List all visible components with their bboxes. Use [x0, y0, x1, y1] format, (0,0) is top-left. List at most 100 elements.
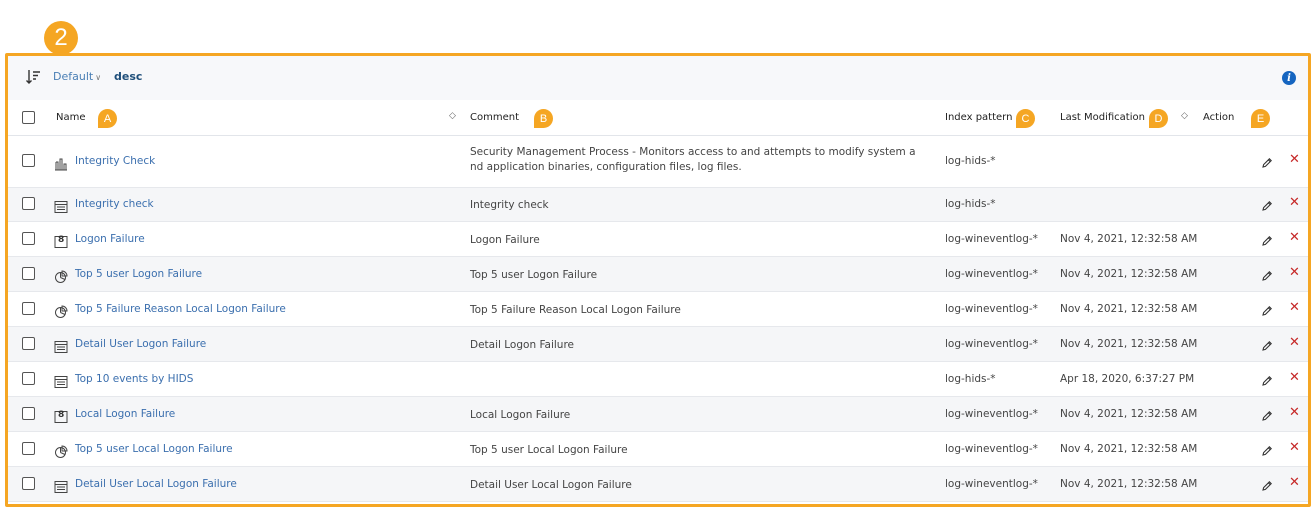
edit-icon[interactable]	[1261, 407, 1273, 421]
column-comment[interactable]: Comment	[470, 112, 519, 123]
edit-icon[interactable]	[1261, 302, 1273, 316]
row-checkbox[interactable]	[22, 197, 35, 210]
last-modified-text: Nov 4, 2021, 12:32:58 AM	[1060, 478, 1198, 490]
index-pattern-text: log-wineventlog-*	[945, 443, 1038, 455]
delete-icon[interactable]: ✕	[1289, 231, 1300, 244]
table-row: Detail User Logon Failure Detail Logon Fa…	[8, 327, 1308, 362]
sort-name-icon[interactable]: ◇	[449, 111, 456, 121]
row-checkbox[interactable]	[22, 302, 35, 315]
comment-text: Local Logon Failure	[470, 409, 571, 421]
index-pattern-text: log-wineventlog-*	[945, 478, 1038, 490]
comment-text: Top 5 user Logon Failure	[470, 269, 598, 281]
table-row: Top 5 Failure Reason Local Logon Failure…	[8, 292, 1308, 327]
visualization-name-link[interactable]: Top 5 user Logon Failure	[75, 268, 202, 280]
callout-c: C	[1016, 109, 1035, 128]
row-checkbox[interactable]	[22, 477, 35, 490]
column-last-modification[interactable]: Last Modification	[1060, 112, 1145, 123]
bar-chart-icon	[54, 156, 68, 171]
index-pattern-text: log-wineventlog-*	[945, 303, 1038, 315]
visualization-name-link[interactable]: Top 5 Failure Reason Local Logon Failure	[75, 303, 286, 315]
sort-descending-icon[interactable]	[25, 69, 41, 85]
delete-icon[interactable]: ✕	[1289, 406, 1300, 419]
visualization-name-link[interactable]: Integrity check	[75, 198, 154, 210]
comment-text: Detail User Local Logon Failure	[470, 479, 632, 491]
callout-b: B	[534, 109, 553, 128]
edit-icon[interactable]	[1261, 197, 1273, 211]
pie-chart-icon	[54, 444, 68, 458]
column-action: Action	[1203, 112, 1235, 123]
column-name[interactable]: Name	[56, 112, 86, 123]
table-row: 8 Logon Failure Logon Failure log-wineventl…	[8, 222, 1308, 257]
callout-2: 2	[44, 21, 78, 55]
comment-text: Top 5 Failure Reason Local Logon Failure	[470, 304, 681, 316]
info-icon[interactable]: i	[1282, 71, 1296, 85]
delete-icon[interactable]: ✕	[1289, 153, 1300, 166]
visualization-name-link[interactable]: Integrity Check	[75, 155, 155, 167]
column-index-pattern[interactable]: Index pattern	[945, 112, 1012, 123]
row-checkbox[interactable]	[22, 154, 35, 167]
row-checkbox[interactable]	[22, 372, 35, 385]
metric-glyph: 8	[58, 410, 65, 420]
table-row: Integrity Check Security Management Proce…	[8, 136, 1308, 188]
visualization-name-link[interactable]: Detail User Logon Failure	[75, 338, 206, 350]
last-modified-text: Nov 4, 2021, 12:32:58 AM	[1060, 408, 1198, 420]
last-modified-text: Nov 4, 2021, 12:32:58 AM	[1060, 233, 1198, 245]
index-pattern-text: log-wineventlog-*	[945, 338, 1038, 350]
table-row: Top 5 user Logon Failure Top 5 user Logon…	[8, 257, 1308, 292]
table-header: Name A ◇ Comment B Index pattern C Last …	[8, 100, 1308, 136]
index-pattern-text: log-wineventlog-*	[945, 408, 1038, 420]
table-row: Top 5 user Local Logon Failure Top 5 user…	[8, 432, 1308, 467]
metric-glyph: 8	[58, 235, 65, 245]
edit-icon[interactable]	[1261, 442, 1273, 456]
delete-icon[interactable]: ✕	[1289, 196, 1300, 209]
table-row: Integrity check Integrity check log-hids-*…	[8, 188, 1308, 222]
row-checkbox[interactable]	[22, 267, 35, 280]
table-icon	[54, 199, 68, 213]
row-checkbox[interactable]	[22, 407, 35, 420]
comment-text: Detail Logon Failure	[470, 339, 574, 351]
index-pattern-text: log-hids-*	[945, 155, 996, 167]
edit-icon[interactable]	[1261, 154, 1273, 168]
delete-icon[interactable]: ✕	[1289, 476, 1300, 489]
sort-direction-toggle[interactable]: desc	[114, 70, 142, 83]
sort-field-dropdown[interactable]: Default ∨	[53, 70, 101, 83]
delete-icon[interactable]: ✕	[1289, 371, 1300, 384]
row-checkbox[interactable]	[22, 232, 35, 245]
visualization-name-link[interactable]: Top 5 user Local Logon Failure	[75, 443, 233, 455]
table-icon	[54, 339, 68, 353]
delete-icon[interactable]: ✕	[1289, 336, 1300, 349]
index-pattern-text: log-hids-*	[945, 373, 996, 385]
sort-field-label: Default	[53, 70, 94, 83]
table-icon	[54, 374, 68, 388]
row-checkbox[interactable]	[22, 442, 35, 455]
edit-icon[interactable]	[1261, 477, 1273, 491]
table-row: 8 Local Logon Failure Local Logon Failure l…	[8, 397, 1308, 432]
edit-icon[interactable]	[1261, 267, 1273, 281]
visualization-name-link[interactable]: Top 10 events by HIDS	[75, 373, 193, 385]
last-modified-text: Apr 18, 2020, 6:37:27 PM	[1060, 373, 1195, 385]
edit-icon[interactable]	[1261, 372, 1273, 386]
last-modified-text: Nov 4, 2021, 12:32:58 AM	[1060, 443, 1198, 455]
metric-icon: 8	[54, 409, 68, 423]
edit-icon[interactable]	[1261, 232, 1273, 246]
delete-icon[interactable]: ✕	[1289, 441, 1300, 454]
row-checkbox[interactable]	[22, 337, 35, 350]
index-pattern-text: log-wineventlog-*	[945, 233, 1038, 245]
visualization-name-link[interactable]: Local Logon Failure	[75, 408, 175, 420]
comment-text: Integrity check	[470, 199, 549, 211]
callout-d: D	[1149, 109, 1168, 128]
metric-icon: 8	[54, 234, 68, 248]
callout-e: E	[1251, 109, 1270, 128]
delete-icon[interactable]: ✕	[1289, 301, 1300, 314]
visualization-name-link[interactable]: Logon Failure	[75, 233, 145, 245]
table-icon	[54, 479, 68, 493]
last-modified-text: Nov 4, 2021, 12:32:58 AM	[1060, 338, 1198, 350]
comment-text: Security Management Process - Monitors a…	[470, 146, 916, 173]
visualizations-panel: Default ∨ desc i Name A ◇ Comment B Index…	[5, 53, 1311, 507]
comment-text: Top 5 user Local Logon Failure	[470, 444, 628, 456]
visualization-name-link[interactable]: Detail User Local Logon Failure	[75, 478, 237, 490]
edit-icon[interactable]	[1261, 337, 1273, 351]
delete-icon[interactable]: ✕	[1289, 266, 1300, 279]
select-all-checkbox[interactable]	[22, 111, 35, 124]
sort-modification-icon[interactable]: ◇	[1181, 111, 1188, 121]
